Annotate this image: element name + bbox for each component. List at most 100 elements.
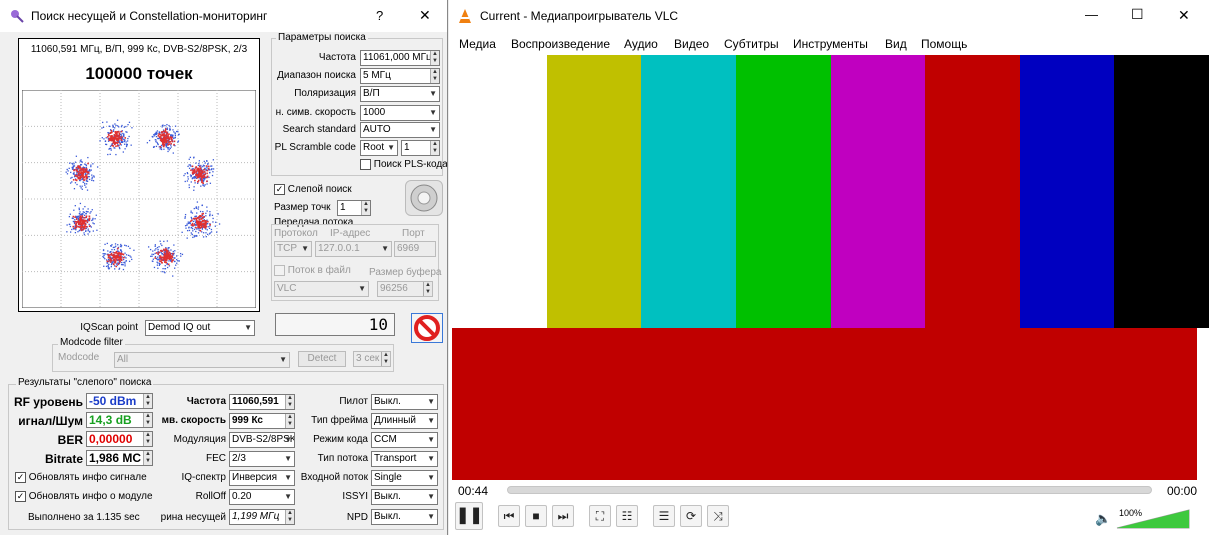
stop-button[interactable] (411, 313, 443, 343)
stream-to-file-checkbox[interactable]: Поток в файл (274, 265, 351, 276)
frame-type-label: Тип фрейма (311, 415, 368, 426)
polarization-select[interactable]: В/П ▼ (360, 86, 440, 102)
color-bar (1114, 55, 1209, 328)
volume-slider[interactable] (1115, 509, 1191, 529)
color-bar (452, 55, 548, 328)
stream-to-file-box[interactable] (274, 265, 285, 276)
range-input[interactable]: 5 МГц ▲ ▼ (360, 68, 440, 84)
detect-time-input[interactable]: 3 сек ▲ ▼ (353, 351, 391, 367)
satellite-icon (11, 10, 24, 23)
vlc-close-button[interactable]: ✕ (1178, 7, 1190, 24)
update-signal-checkbox[interactable]: ✓ Обновлять инфо сигнале (15, 472, 147, 483)
port-input[interactable]: 6969 (394, 241, 436, 257)
pilot-select[interactable]: Выкл. ▼ (371, 394, 438, 410)
pls-checkbox-box[interactable] (360, 159, 371, 170)
buffer-input[interactable]: 96256 ▲ ▼ (377, 281, 433, 297)
ber-label: BER (57, 433, 83, 447)
frame-type-select[interactable]: Длинный ▼ (371, 413, 438, 429)
vlc-cone-icon (459, 9, 471, 23)
menu-subtitles[interactable]: Субтитры (724, 37, 779, 51)
chevron-down-icon: ▼ (244, 323, 252, 332)
chevron-down-icon: ▼ (427, 512, 435, 521)
extended-settings-button[interactable]: ☷ (616, 505, 638, 527)
chevron-down-icon: ▼ (358, 284, 366, 293)
chevron-down-icon: ▼ (427, 454, 435, 463)
chevron-down-icon: ▼ (284, 492, 292, 501)
stop-playback-button[interactable]: ■ (525, 505, 547, 527)
standard-select[interactable]: AUTO ▼ (360, 122, 440, 138)
search-window-titlebar: Поиск несущей и Constellation-мониторинг… (0, 0, 447, 32)
menu-view[interactable]: Вид (885, 37, 907, 51)
menu-media[interactable]: Медиа (459, 37, 496, 51)
results-group-label: Результаты "слепого" поиска (16, 377, 154, 388)
rolloff-label: RollOff (195, 491, 226, 502)
search-close-button[interactable]: ✕ (419, 7, 431, 24)
issyi-select[interactable]: Выкл. ▼ (371, 489, 438, 505)
modulation-select[interactable]: DVB-S2/8PSK ▼ (229, 432, 295, 448)
pls-checkbox[interactable]: Поиск PLS-кода (360, 159, 447, 170)
modcode-select[interactable]: All ▼ (114, 352, 290, 368)
chevron-down-icon: ▼ (279, 355, 287, 364)
symrate-label: н. симв. скорость (275, 107, 356, 118)
loop-button[interactable]: ⟳ (680, 505, 702, 527)
color-bar (735, 55, 832, 328)
input-stream-select[interactable]: Single ▼ (371, 470, 438, 486)
blind-search-box[interactable]: ✓ (274, 184, 285, 195)
menu-playback[interactable]: Воспроизведение (511, 37, 610, 51)
fullscreen-button[interactable]: ⛶ (589, 505, 611, 527)
playlist-icon: ☰ (658, 509, 670, 523)
menu-help[interactable]: Помощь (921, 37, 967, 51)
chevron-down-icon: ▼ (301, 244, 309, 253)
npd-select[interactable]: Выкл. ▼ (371, 509, 438, 525)
color-bar (546, 55, 643, 328)
next-button[interactable]: ⏭ (552, 505, 574, 527)
search-window-title: Поиск несущей и Constellation-мониторинг (31, 9, 268, 23)
rolloff-select[interactable]: 0.20 ▼ (229, 489, 295, 505)
minimize-button[interactable]: — (1085, 7, 1098, 22)
seek-bar[interactable] (507, 486, 1152, 494)
standard-label: Search standard (282, 124, 356, 135)
carrier-width-value: 1,199 МГц ▲ ▼ (229, 509, 295, 525)
color-bar (641, 55, 737, 328)
playlist-button[interactable]: ☰ (653, 505, 675, 527)
chevron-down-icon: ▼ (427, 435, 435, 444)
frequency-input[interactable]: 11061,000 МГц ▲ ▼ (360, 50, 440, 66)
ip-select[interactable]: 127.0.0.1 ▼ (315, 241, 392, 257)
equalizer-icon: ☷ (621, 509, 633, 523)
scramble-mode-select[interactable]: Root ▼ (360, 140, 398, 156)
pause-button[interactable]: ❚❚ (455, 502, 483, 530)
update-module-checkbox[interactable]: ✓ Обновлять инфо о модуле (15, 491, 155, 502)
iqscan-select[interactable]: Demod IQ out ▼ (145, 320, 255, 336)
iq-spectrum-select[interactable]: Инверсия ▼ (229, 470, 295, 486)
search-start-button[interactable] (405, 180, 443, 216)
update-signal-box[interactable]: ✓ (15, 472, 26, 483)
point-size-label: Размер точк (274, 202, 331, 213)
update-module-box[interactable]: ✓ (15, 491, 26, 502)
stream-type-select[interactable]: Transport ▼ (371, 451, 438, 467)
speaker-icon[interactable]: 🔈 (1095, 511, 1111, 527)
stream-type-label: Тип потока (317, 453, 368, 464)
time-total: 00:00 (1167, 484, 1198, 498)
code-mode-select[interactable]: CCM ▼ (371, 432, 438, 448)
fullscreen-icon: ⛶ (595, 509, 605, 523)
point-size-input[interactable]: 1 ▲ ▼ (337, 200, 371, 216)
maximize-button[interactable]: ☐ (1131, 6, 1144, 23)
previous-button[interactable]: ⏮ (498, 505, 520, 527)
chevron-down-icon: ▼ (429, 89, 437, 98)
bitrate-label: Bitrate (44, 452, 83, 466)
menu-video[interactable]: Видео (674, 37, 709, 51)
protocol-select[interactable]: TCP ▼ (274, 241, 312, 257)
color-bars (452, 55, 1209, 328)
menu-tools[interactable]: Инструменты (793, 37, 868, 51)
symrate-select[interactable]: 1000 ▼ (360, 105, 440, 121)
chevron-down-icon: ▼ (429, 108, 437, 117)
scramble-code-input[interactable]: 1 ▲ ▼ (401, 140, 440, 156)
blind-search-checkbox[interactable]: ✓ Слепой поиск (274, 184, 352, 195)
video-area[interactable] (452, 55, 1209, 480)
help-button[interactable]: ? (376, 8, 383, 23)
menu-audio[interactable]: Аудио (624, 37, 658, 51)
player-select[interactable]: VLC ▼ (274, 281, 369, 297)
shuffle-button[interactable]: ⤨ (707, 505, 729, 527)
detect-button[interactable]: Detect (298, 351, 346, 367)
fec-select[interactable]: 2/3 ▼ (229, 451, 295, 467)
